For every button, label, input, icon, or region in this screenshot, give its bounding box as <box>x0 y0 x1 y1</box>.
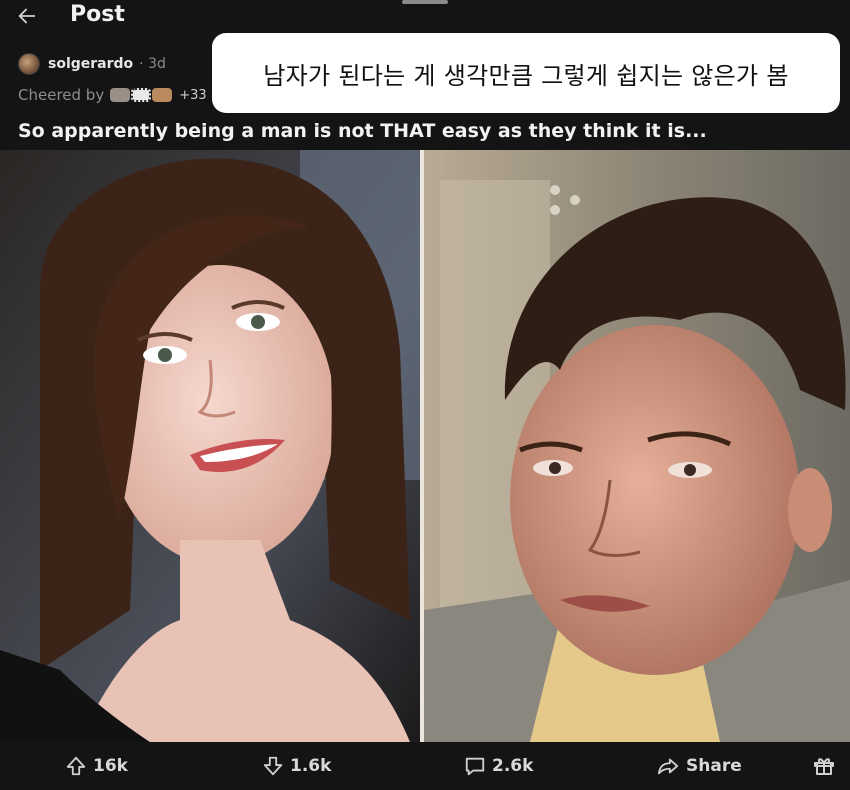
action-bar: 16k 1.6k 2.6k Share <box>0 742 850 790</box>
page-title: Post <box>70 2 125 27</box>
post-image-illustration <box>0 150 850 742</box>
comment-bubble-icon <box>465 757 485 776</box>
share-button[interactable]: Share <box>656 755 742 777</box>
post-meta: solgerardo · 3d Cheered by +33 <box>18 52 207 106</box>
share-label: Share <box>686 756 742 776</box>
caption-overlay: 남자가 된다는 게 생각만큼 그렇게 쉽지는 않은가 봄 <box>212 33 840 113</box>
share-arrow-icon <box>657 758 679 775</box>
post-image[interactable] <box>0 150 850 742</box>
cheer-count: +33 <box>179 87 207 103</box>
award-button[interactable] <box>812 754 842 778</box>
downvote-arrow-icon <box>263 756 283 776</box>
caption-text: 남자가 된다는 게 생각만큼 그렇게 쉽지는 않은가 봄 <box>263 61 789 90</box>
comments-button[interactable]: 2.6k <box>464 755 533 777</box>
upvote-button[interactable]: 16k <box>65 755 128 777</box>
upvote-arrow-icon <box>66 756 86 776</box>
top-bar: Post <box>0 0 850 34</box>
cheer-avatar-icon <box>152 88 173 102</box>
back-button[interactable] <box>12 2 42 30</box>
upvote-count: 16k <box>93 756 128 776</box>
username[interactable]: solgerardo <box>48 56 133 72</box>
comment-count: 2.6k <box>492 756 534 776</box>
post-title: So apparently being a man is not THAT ea… <box>18 120 707 142</box>
cheer-avatar-icon <box>110 88 131 102</box>
cheer-avatar-icon <box>131 88 152 102</box>
arrow-left-icon <box>18 8 36 24</box>
downvote-count: 1.6k <box>290 756 332 776</box>
drag-handle[interactable] <box>402 0 448 4</box>
cheered-by-label: Cheered by <box>18 86 105 104</box>
post-age: · 3d <box>139 56 166 72</box>
cheer-avatars[interactable] <box>110 88 173 102</box>
avatar[interactable] <box>18 53 40 75</box>
downvote-button[interactable]: 1.6k <box>262 755 331 777</box>
award-gift-icon <box>814 758 834 775</box>
